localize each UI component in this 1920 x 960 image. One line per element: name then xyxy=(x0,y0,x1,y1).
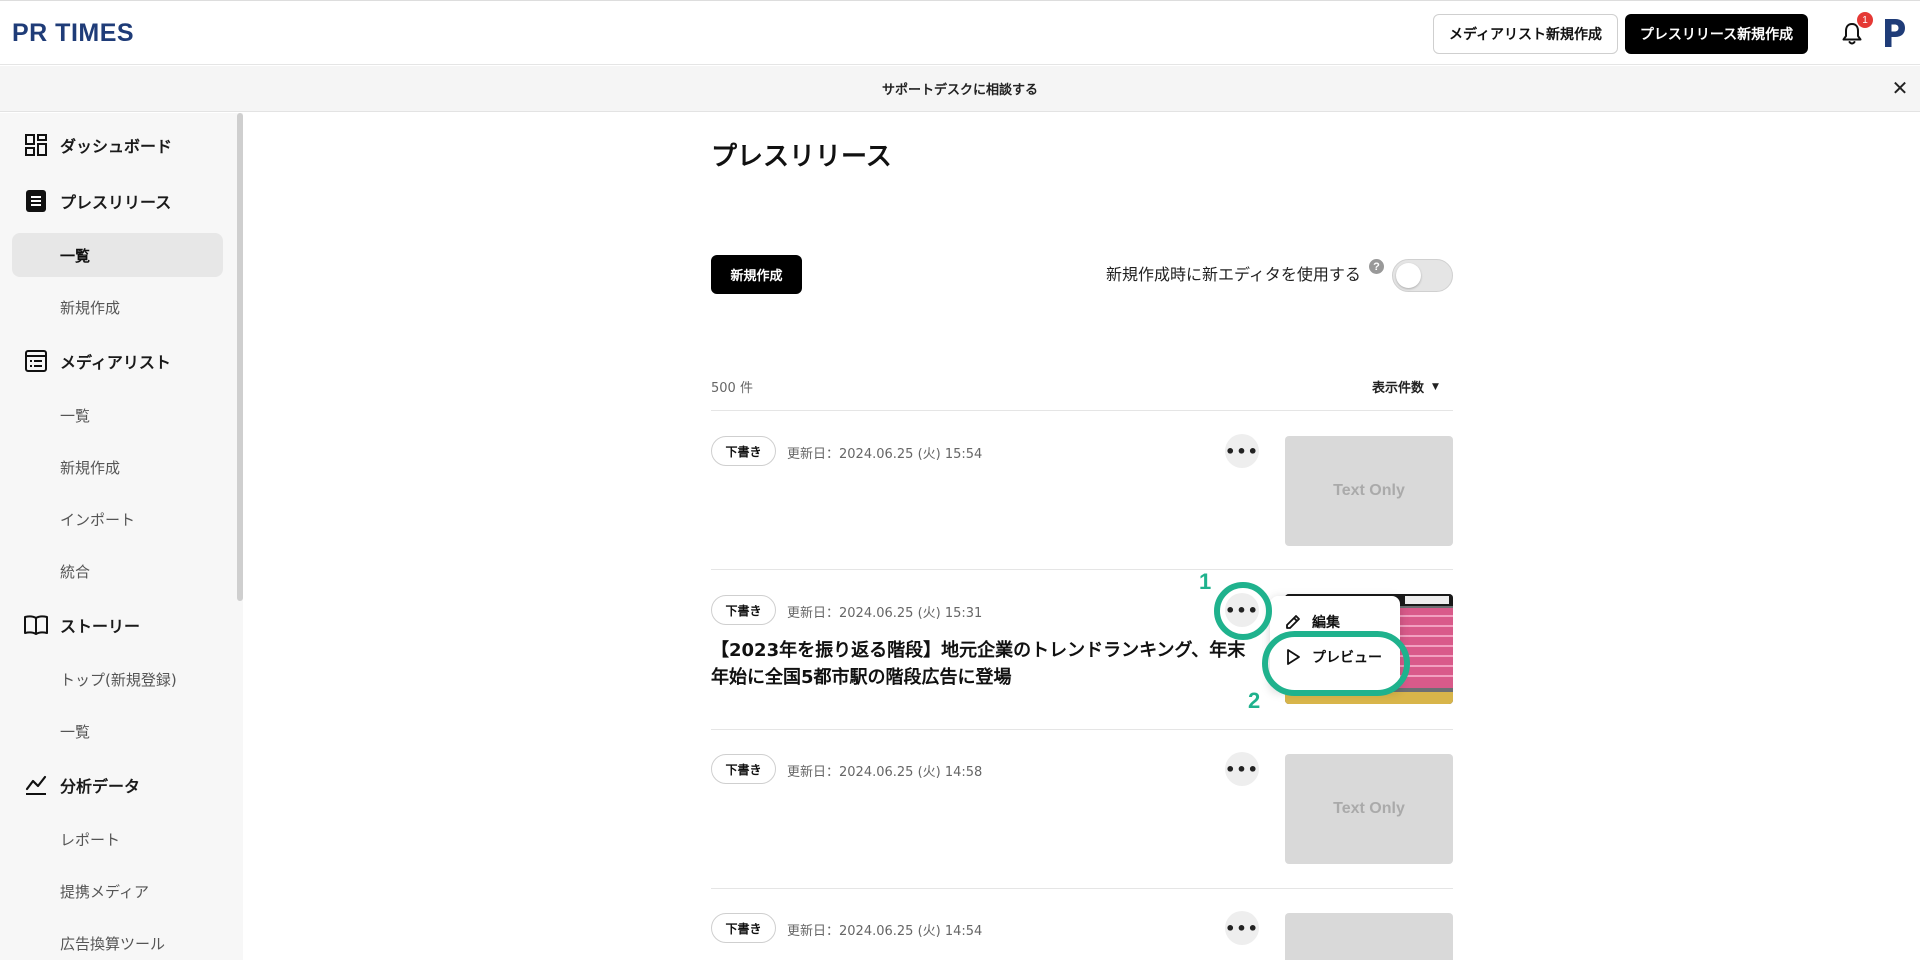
document-icon xyxy=(24,189,48,213)
sidebar-label-analytics: 分析データ xyxy=(60,777,141,796)
sidebar-item-pr-new[interactable]: 新規作成 xyxy=(60,297,120,318)
sidebar-item-story-top[interactable]: トップ(新規登録) xyxy=(60,669,177,690)
list-icon xyxy=(24,349,48,373)
pencil-icon xyxy=(1286,615,1300,629)
sidebar-item-press-release[interactable]: プレスリリース xyxy=(24,186,171,216)
sidebar-active-highlight xyxy=(12,233,223,277)
sidebar-item-ad-calc[interactable]: 広告換算ツール xyxy=(60,933,165,954)
press-release-title[interactable]: 【2023年を振り返る階段】地元企業のトレンドランキング、年末年始に全国5都市駅… xyxy=(711,637,1251,691)
top-bar: PR TIMES メディアリスト新規作成 プレスリリース新規作成 1 xyxy=(0,0,1920,65)
new-press-release-button[interactable]: 新規作成 xyxy=(711,255,802,294)
divider xyxy=(711,729,1453,730)
more-options-button[interactable]: ••• xyxy=(1225,434,1259,468)
updated-date: 更新日：2024.06.25 (火) 15:31 xyxy=(787,606,983,621)
menu-item-edit-label: 編集 xyxy=(1312,615,1340,631)
updated-date: 更新日：2024.06.25 (火) 15:54 xyxy=(787,447,983,462)
account-p-icon[interactable] xyxy=(1882,16,1908,50)
annotation-ring-preview xyxy=(1262,631,1410,696)
annotation-step-1: 1 xyxy=(1199,569,1212,594)
divider xyxy=(711,888,1453,889)
divider xyxy=(711,410,1453,411)
sidebar-item-dashboard[interactable]: ダッシュボード xyxy=(24,130,172,160)
status-badge: 下書き xyxy=(711,754,776,784)
status-badge: 下書き xyxy=(711,436,776,466)
page-title: プレスリリース xyxy=(711,142,892,172)
divider xyxy=(711,569,1453,570)
updated-date: 更新日：2024.06.25 (火) 14:54 xyxy=(787,924,983,939)
caret-down-icon: ▼ xyxy=(1432,381,1439,392)
sidebar-item-analytics[interactable]: 分析データ xyxy=(24,770,140,800)
sidebar-item-report[interactable]: レポート xyxy=(60,829,120,850)
pr-times-logo[interactable]: PR TIMES xyxy=(12,19,134,48)
thumbnail-text-only[interactable]: Text Only xyxy=(1285,754,1453,864)
sidebar-item-media-list[interactable]: メディアリスト xyxy=(24,346,171,376)
sidebar-item-ml-import[interactable]: インポート xyxy=(60,509,135,530)
support-desk-link[interactable]: サポートデスクに相談する xyxy=(882,79,1038,98)
status-badge: 下書き xyxy=(711,913,776,943)
per-page-label: 表示件数 xyxy=(1372,381,1425,396)
thumbnail-text-only[interactable]: Text Only xyxy=(1285,436,1453,546)
status-badge: 下書き xyxy=(711,595,776,625)
sidebar-label-media-list: メディアリスト xyxy=(60,353,171,372)
close-icon[interactable]: ✕ xyxy=(1890,78,1910,98)
sidebar-label-dashboard: ダッシュボード xyxy=(60,137,173,156)
notification-badge: 1 xyxy=(1857,12,1873,28)
menu-item-edit[interactable]: 編集 xyxy=(1284,612,1340,632)
new-editor-toggle[interactable] xyxy=(1392,259,1453,292)
help-icon[interactable]: ? xyxy=(1369,259,1384,274)
sidebar-scrollbar[interactable] xyxy=(237,113,243,601)
result-count: 500 件 xyxy=(711,381,753,396)
sidebar-item-ml-list[interactable]: 一覧 xyxy=(60,405,90,426)
annotation-ring-more-button xyxy=(1214,582,1272,640)
media-list-new-button[interactable]: メディアリスト新規作成 xyxy=(1433,14,1618,54)
more-options-button[interactable]: ••• xyxy=(1225,911,1259,945)
more-options-button[interactable]: ••• xyxy=(1225,752,1259,786)
book-icon xyxy=(24,613,48,637)
new-editor-toggle-label: 新規作成時に新エディタを使用する xyxy=(1106,265,1361,284)
sidebar-label-press-release: プレスリリース xyxy=(60,193,172,212)
line-chart-icon xyxy=(24,773,48,797)
updated-date: 更新日：2024.06.25 (火) 14:58 xyxy=(787,765,983,780)
per-page-dropdown[interactable]: 表示件数 ▼ xyxy=(1372,377,1439,396)
sidebar-item-pr-list[interactable]: 一覧 xyxy=(60,245,90,266)
sidebar-item-ml-merge[interactable]: 統合 xyxy=(60,561,90,582)
sidebar-label-story: ストーリー xyxy=(60,617,141,636)
sidebar-item-ml-new[interactable]: 新規作成 xyxy=(60,457,120,478)
press-release-new-button[interactable]: プレスリリース新規作成 xyxy=(1625,14,1808,54)
sidebar-item-story[interactable]: ストーリー xyxy=(24,610,140,640)
thumbnail-placeholder[interactable] xyxy=(1285,913,1453,960)
support-desk-bar: サポートデスクに相談する xyxy=(0,66,1920,112)
annotation-step-2: 2 xyxy=(1248,688,1261,713)
dashboard-icon xyxy=(24,133,48,157)
sidebar-item-story-list[interactable]: 一覧 xyxy=(60,721,90,742)
sidebar-item-partner-media[interactable]: 提携メディア xyxy=(60,881,149,902)
